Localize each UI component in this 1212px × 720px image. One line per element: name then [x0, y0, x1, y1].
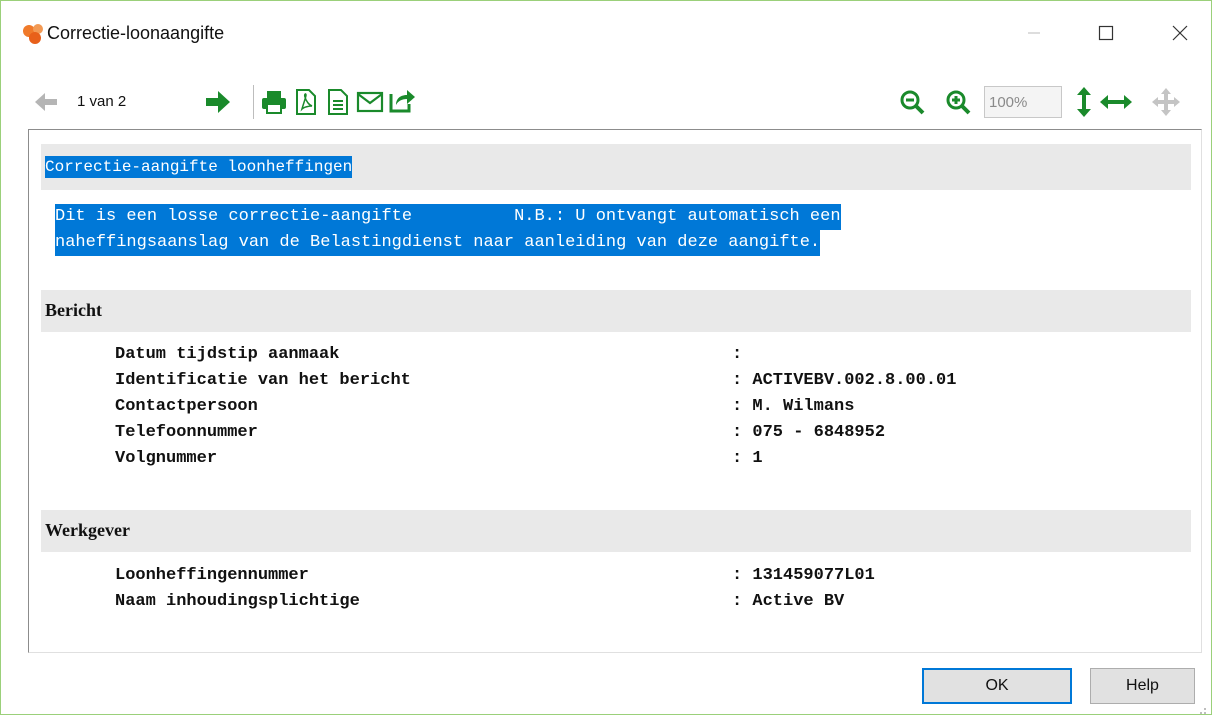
toolbar-divider: [253, 85, 254, 119]
title-bar[interactable]: Correctie-loonaangifte: [1, 1, 1211, 69]
row-label: Datum tijdstip aanmaak: [115, 345, 340, 364]
section-header-bericht: [41, 290, 1191, 332]
row-label: Loonheffingennummer: [115, 566, 309, 585]
row-label: Telefoonnummer: [115, 423, 258, 442]
row-label: Contactpersoon: [115, 397, 258, 416]
section-title: Werkgever: [45, 520, 130, 540]
row-label: Naam inhoudingsplichtige: [115, 592, 360, 611]
report-window: Correctie-loonaangifte 1 van 2 100% Corr…: [0, 0, 1212, 715]
resize-grip-icon[interactable]: [1199, 702, 1207, 714]
mail-icon[interactable]: [353, 85, 387, 119]
close-button[interactable]: [1157, 13, 1203, 53]
document-icon[interactable]: [321, 85, 355, 119]
row-value: : 131459077L01: [732, 566, 875, 585]
page-indicator[interactable]: 1 van 2: [71, 87, 197, 117]
zoom-level-field[interactable]: 100%: [984, 86, 1062, 118]
close-icon: [1172, 25, 1188, 41]
maximize-icon: [1098, 25, 1114, 41]
pan-icon: [1149, 85, 1183, 119]
window-title: Correctie-loonaangifte: [47, 23, 225, 43]
fit-height-icon[interactable]: [1067, 85, 1101, 119]
app-logo-icon: [21, 23, 47, 45]
row-value: : M. Wilmans: [732, 397, 855, 416]
row-label: Identificatie van het bericht: [115, 371, 411, 390]
share-icon[interactable]: [385, 83, 419, 117]
row-value: :: [732, 345, 743, 364]
back-arrow-icon[interactable]: [29, 85, 63, 119]
section-title: Bericht: [45, 300, 102, 320]
row-label: Volgnummer: [115, 449, 218, 468]
print-icon[interactable]: [257, 85, 291, 119]
forward-arrow-icon[interactable]: [201, 85, 235, 119]
report-viewer[interactable]: Correctie-aangifte loonheffingen Dit is …: [28, 129, 1202, 653]
section-header-werkgever: [41, 510, 1191, 552]
row-value: : 1: [732, 449, 763, 468]
pdf-icon[interactable]: [289, 85, 323, 119]
help-button[interactable]: Help: [1090, 668, 1195, 704]
report-title: Correctie-aangifte loonheffingen: [45, 156, 353, 178]
row-value: : ACTIVEBV.002.8.00.01: [732, 371, 957, 390]
notice-line-2: naheffingsaanslag van de Belastingdienst…: [55, 230, 821, 256]
notice-line-1: Dit is een losse correctie-aangifte N.B.…: [55, 204, 841, 230]
minimize-icon: [1028, 32, 1040, 34]
ok-button[interactable]: OK: [922, 668, 1072, 704]
row-value: : 075 - 6848952: [732, 423, 886, 442]
row-value: : Active BV: [732, 592, 845, 611]
fit-width-icon[interactable]: [1099, 85, 1133, 119]
zoom-in-icon[interactable]: [941, 85, 975, 119]
maximize-button[interactable]: [1083, 13, 1129, 53]
zoom-out-icon[interactable]: [895, 85, 929, 119]
report-title-bar: Correctie-aangifte loonheffingen: [41, 144, 1191, 190]
minimize-button[interactable]: [1011, 13, 1057, 53]
